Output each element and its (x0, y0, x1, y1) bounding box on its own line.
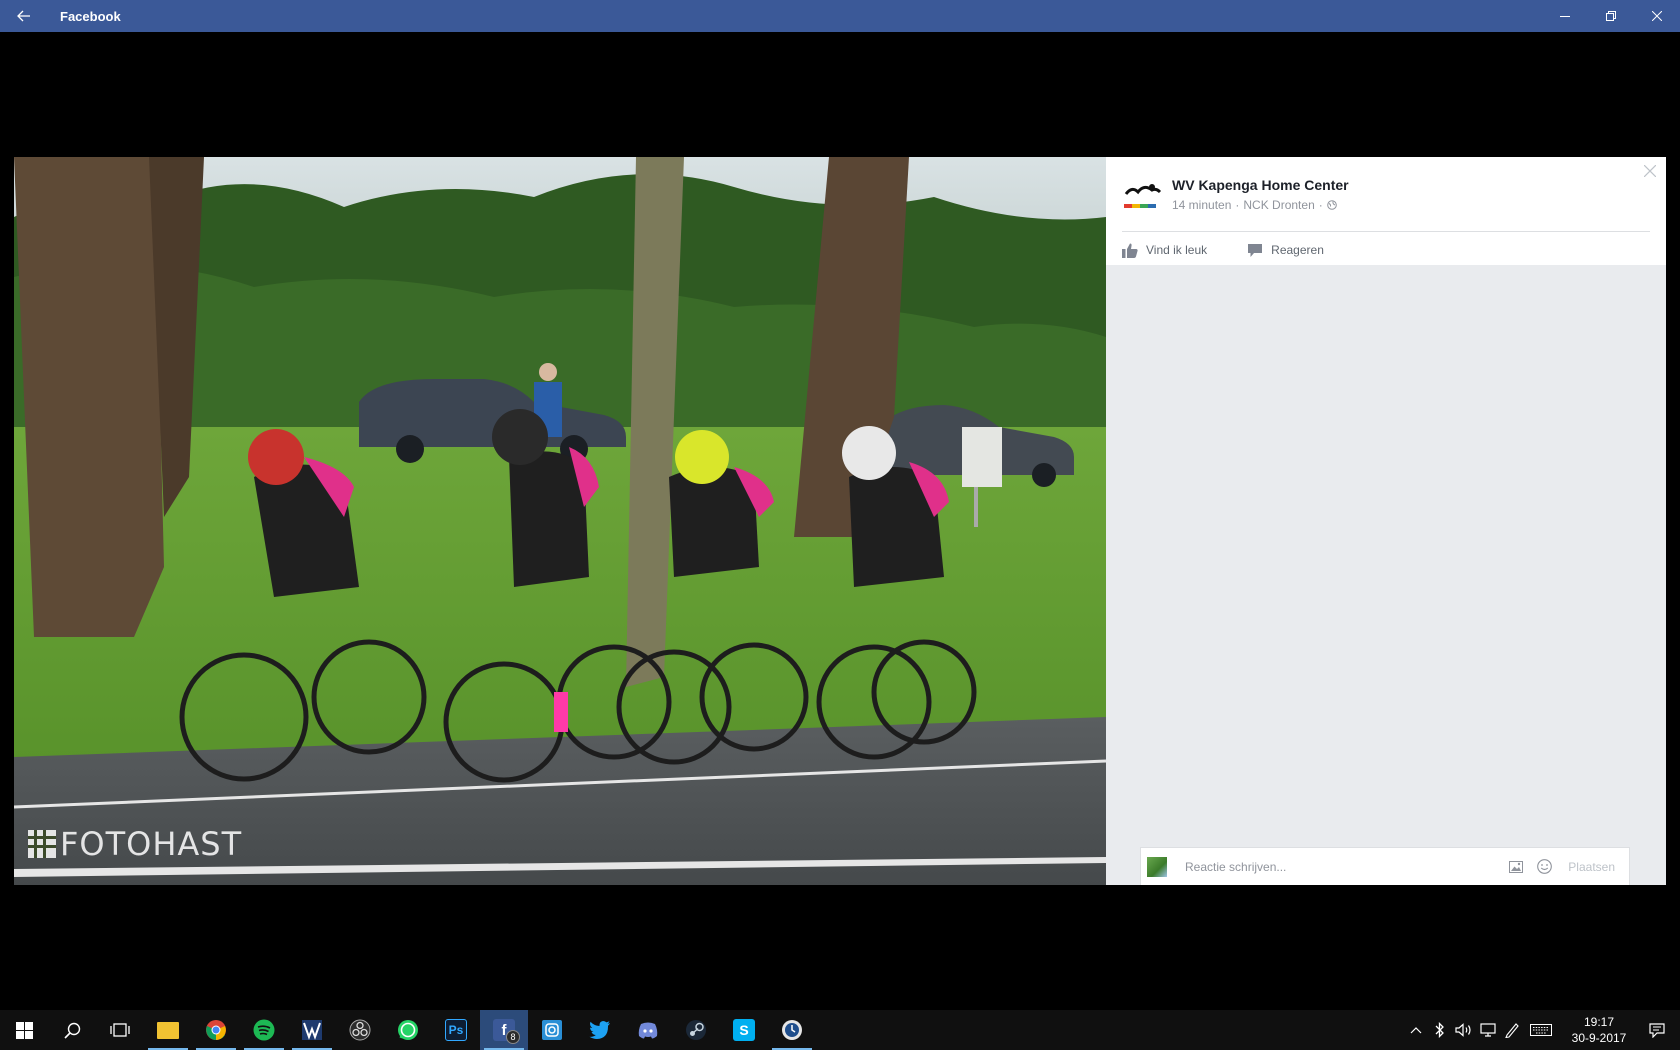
like-button[interactable]: Vind ik leuk (1122, 243, 1207, 258)
minimize-button[interactable] (1542, 0, 1588, 32)
taskbar-app-facebook[interactable]: f 8 (480, 1010, 528, 1050)
bluetooth-icon (1435, 1022, 1444, 1038)
taskbar-app-clock[interactable] (768, 1010, 816, 1050)
post-header: WV Kapenga Home Center 14 minuten · NCK … (1106, 157, 1666, 265)
attach-photo-button[interactable] (1506, 857, 1526, 877)
watermark: FOTOHAST (28, 825, 242, 863)
panel-close-button[interactable] (1640, 161, 1660, 181)
taskbar-app-skype[interactable]: S (720, 1010, 768, 1050)
chrome-icon (206, 1020, 226, 1040)
comment-composer: Plaatsen (1140, 847, 1630, 885)
show-hidden-icons-button[interactable] (1404, 1010, 1428, 1050)
network-icon (1480, 1023, 1496, 1037)
page-logo[interactable] (1122, 177, 1162, 217)
user-avatar (1147, 856, 1167, 877)
post-subline: 14 minuten · NCK Dronten · (1172, 198, 1349, 212)
taskbar-app-discord[interactable] (624, 1010, 672, 1050)
comment-button[interactable]: Reageren (1247, 243, 1324, 258)
comment-label: Reageren (1271, 243, 1324, 257)
taskbar-app-whatsapp[interactable] (384, 1010, 432, 1050)
volume-tray-button[interactable] (1452, 1010, 1476, 1050)
clock-date: 30-9-2017 (1571, 1031, 1627, 1045)
watermark-text: FOTOHAST (60, 825, 243, 863)
separator-dot: · (1235, 198, 1240, 212)
notification-badge: 8 (506, 1030, 520, 1044)
emoji-button[interactable] (1534, 857, 1554, 877)
search-icon (63, 1022, 80, 1039)
clock-time: 19:17 (1583, 1015, 1615, 1029)
post-photo[interactable]: FOTOHAST (14, 157, 1106, 885)
comment-input[interactable] (1185, 859, 1499, 874)
windows-logo-icon (15, 1021, 33, 1039)
bluetooth-tray-button[interactable] (1428, 1010, 1452, 1050)
photo-icon (1509, 860, 1524, 873)
close-icon (1652, 11, 1662, 21)
taskbar-app-steam[interactable] (672, 1010, 720, 1050)
taskbar-app-twitter[interactable] (576, 1010, 624, 1050)
globe-icon (1326, 200, 1337, 210)
kapenga-logo-icon (1124, 184, 1162, 208)
task-view-button[interactable] (96, 1010, 144, 1050)
chevron-up-icon (1410, 1027, 1422, 1034)
taskbar-app-video-editor[interactable] (288, 1010, 336, 1050)
start-button[interactable] (0, 1010, 48, 1050)
keyboard-icon (1530, 1024, 1552, 1036)
thumbs-up-icon (1122, 243, 1138, 258)
speaker-icon (1455, 1023, 1471, 1037)
taskbar-app-instagram[interactable] (528, 1010, 576, 1050)
notification-icon (1649, 1022, 1665, 1038)
post-side-panel: WV Kapenga Home Center 14 minuten · NCK … (1106, 157, 1666, 885)
restore-icon (1606, 11, 1616, 21)
search-button[interactable] (48, 1010, 96, 1050)
touch-keyboard-button[interactable] (1524, 1010, 1558, 1050)
minimize-icon (1560, 16, 1570, 17)
folder-icon (157, 1021, 179, 1039)
taskbar-app-spotify[interactable] (240, 1010, 288, 1050)
post-comment-button[interactable]: Plaatsen (1568, 860, 1615, 874)
taskbar-app-chrome[interactable] (192, 1010, 240, 1050)
like-label: Vind ik leuk (1146, 243, 1208, 257)
title-bar: Facebook (0, 0, 1680, 32)
spotify-icon (253, 1019, 275, 1041)
clock-icon (782, 1020, 802, 1040)
post-location[interactable]: NCK Dronten (1243, 198, 1314, 212)
clapper-icon (302, 1020, 322, 1040)
taskbar-app-obs[interactable] (336, 1010, 384, 1050)
action-center-button[interactable] (1634, 1010, 1680, 1050)
cycling-photo-illustration (14, 157, 1106, 885)
twitter-icon (589, 1021, 610, 1039)
page-name[interactable]: WV Kapenga Home Center (1172, 177, 1349, 193)
window-controls (1542, 0, 1680, 32)
taskbar-clock[interactable]: 19:17 30-9-2017 (1564, 1014, 1634, 1046)
watermark-grid-icon (28, 830, 56, 858)
taskbar-app-photoshop[interactable]: Ps (432, 1010, 480, 1050)
pen-workspace-button[interactable] (1500, 1010, 1524, 1050)
skype-icon: S (733, 1019, 755, 1041)
post-meta: WV Kapenga Home Center 14 minuten · NCK … (1122, 177, 1650, 217)
network-tray-button[interactable] (1476, 1010, 1500, 1050)
close-button[interactable] (1634, 0, 1680, 32)
comment-icon (1248, 243, 1263, 257)
post-actions: Vind ik leuk Reageren (1122, 232, 1650, 268)
post-time[interactable]: 14 minuten (1172, 198, 1231, 212)
whatsapp-icon (398, 1020, 418, 1040)
separator-dot: · (1318, 198, 1323, 212)
close-icon (1644, 165, 1656, 177)
photoshop-icon: Ps (445, 1019, 467, 1041)
taskbar: Ps f 8 S 19:17 30-9-2017 (0, 1010, 1680, 1050)
pen-icon (1505, 1023, 1519, 1038)
system-tray: 19:17 30-9-2017 (1404, 1010, 1680, 1050)
discord-icon (638, 1022, 658, 1039)
photo-viewer: FOTOHAST WV Kapenga Home Center 14 minut… (14, 157, 1666, 885)
steam-icon (686, 1020, 706, 1040)
back-arrow-icon (17, 10, 30, 22)
instagram-icon (542, 1020, 562, 1040)
restore-button[interactable] (1588, 0, 1634, 32)
back-button[interactable] (0, 0, 48, 32)
task-view-icon (110, 1023, 130, 1037)
obs-icon (349, 1019, 371, 1041)
window-title: Facebook (60, 8, 121, 24)
taskbar-app-file-explorer[interactable] (144, 1010, 192, 1050)
smiley-icon (1536, 859, 1552, 874)
